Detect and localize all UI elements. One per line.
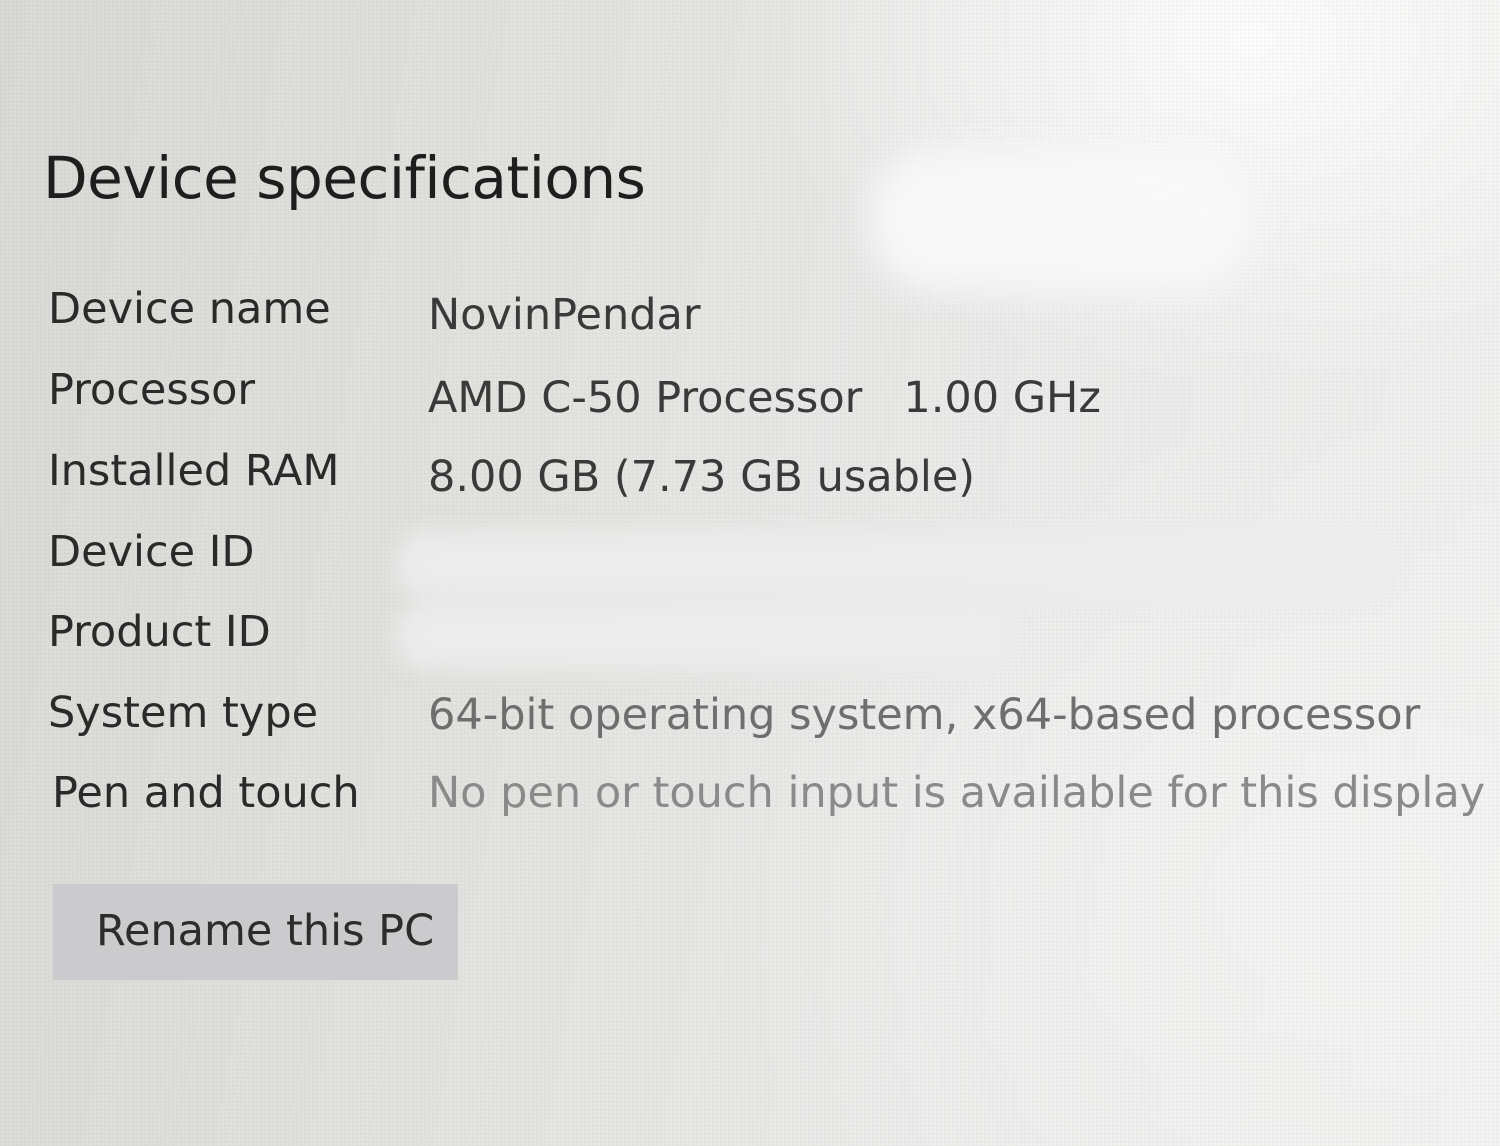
rename-pc-button-label: Rename this PC	[96, 906, 435, 956]
spec-value-product-id-redacted	[395, 600, 1015, 670]
spec-label-pen-and-touch: Pen and touch	[52, 768, 360, 818]
spec-label-device-name: Device name	[48, 284, 331, 334]
spec-value-device-name: NovinPendar	[428, 290, 701, 340]
section-title: Device specifications	[43, 144, 646, 212]
rename-pc-button[interactable]: Rename this PC	[53, 884, 458, 980]
spec-value-device-id-redacted	[395, 530, 1395, 600]
spec-label-processor: Processor	[48, 365, 256, 415]
spec-value-processor: AMD C-50 Processor 1.00 GHz	[428, 373, 1101, 423]
spec-label-product-id: Product ID	[48, 607, 271, 657]
spec-label-system-type: System type	[48, 688, 319, 738]
spec-value-system-type: 64-bit operating system, x64-based proce…	[428, 690, 1421, 740]
spec-value-pen-and-touch: No pen or touch input is available for t…	[428, 768, 1486, 818]
blurred-region	[870, 150, 1250, 290]
spec-label-installed-ram: Installed RAM	[48, 446, 340, 496]
spec-value-installed-ram: 8.00 GB (7.73 GB usable)	[428, 452, 976, 502]
spec-label-device-id: Device ID	[48, 527, 255, 577]
